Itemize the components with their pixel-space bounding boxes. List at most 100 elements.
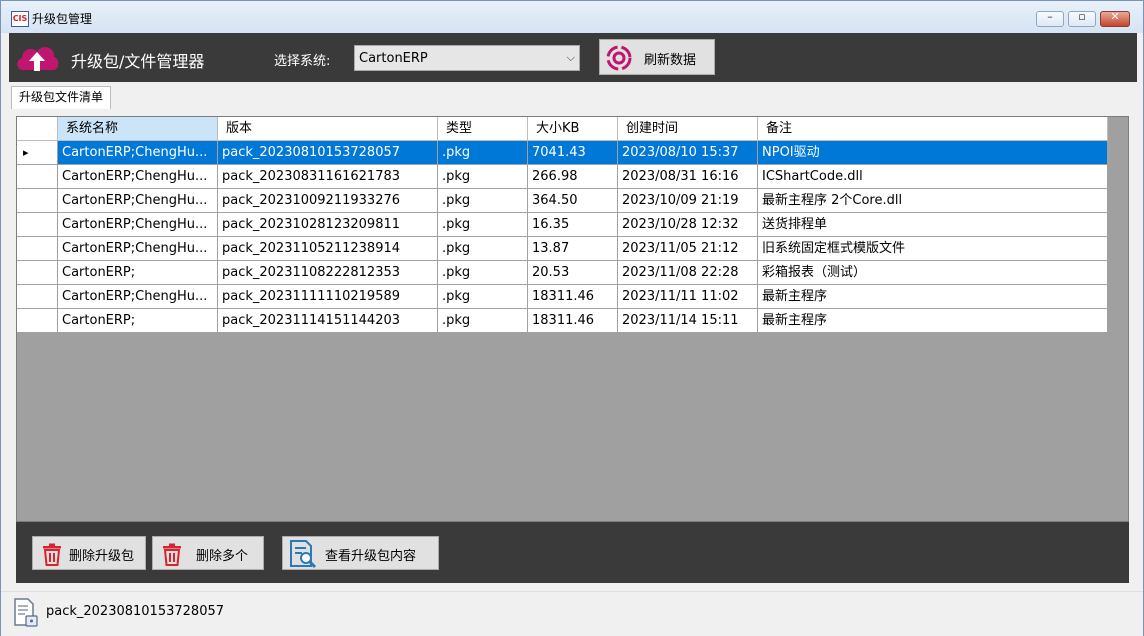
minimize-button[interactable]: – bbox=[1036, 10, 1064, 27]
cell-remark[interactable]: 最新主程序 2个Core.dll bbox=[758, 189, 1108, 213]
close-button[interactable]: ✕ bbox=[1100, 10, 1130, 27]
column-header-version[interactable]: 版本 bbox=[218, 117, 438, 141]
window-title: 升级包管理 bbox=[32, 12, 93, 26]
column-header-type[interactable]: 类型 bbox=[438, 117, 528, 141]
table-row[interactable]: CartonERP;ChengHu... pack_202308311616217… bbox=[17, 165, 1108, 189]
cell-type[interactable]: .pkg bbox=[438, 165, 528, 189]
row-header[interactable] bbox=[17, 261, 58, 285]
delete-multiple-button[interactable]: 删除多个 bbox=[152, 536, 264, 570]
cell-created[interactable]: 2023/10/09 21:19 bbox=[618, 189, 758, 213]
column-header-created[interactable]: 创建时间 bbox=[618, 117, 758, 141]
chevron-down-icon: ⌵ bbox=[566, 51, 575, 64]
status-text: pack_20230810153728057 bbox=[46, 604, 225, 619]
cell-type[interactable]: .pkg bbox=[438, 141, 528, 165]
row-header[interactable] bbox=[17, 189, 58, 213]
system-select[interactable]: CartonERP ⌵ bbox=[354, 45, 580, 71]
close-icon: ✕ bbox=[1110, 10, 1120, 23]
grid-header-row: 系统名称 版本 类型 大小KB 创建时间 备注 bbox=[17, 117, 1108, 141]
cell-remark[interactable]: ICShartCode.dll bbox=[758, 165, 1108, 189]
row-header[interactable]: ▸ bbox=[17, 141, 58, 165]
cell-system[interactable]: CartonERP; bbox=[58, 261, 218, 285]
row-header[interactable] bbox=[17, 237, 58, 261]
cell-created[interactable]: 2023/08/31 16:16 bbox=[618, 165, 758, 189]
cell-size[interactable]: 20.53 bbox=[528, 261, 618, 285]
cell-created[interactable]: 2023/08/10 15:37 bbox=[618, 141, 758, 165]
delete-multiple-label: 删除多个 bbox=[196, 549, 249, 564]
cell-version[interactable]: pack_20231108222812353 bbox=[218, 261, 438, 285]
cell-created[interactable]: 2023/11/05 21:12 bbox=[618, 237, 758, 261]
cell-remark[interactable]: NPOI驱动 bbox=[758, 141, 1108, 165]
cell-size[interactable]: 266.98 bbox=[528, 165, 618, 189]
cell-created[interactable]: 2023/11/08 22:28 bbox=[618, 261, 758, 285]
row-header[interactable] bbox=[17, 285, 58, 309]
column-header-size[interactable]: 大小KB bbox=[528, 117, 618, 141]
file-lock-icon bbox=[14, 598, 38, 627]
cell-type[interactable]: .pkg bbox=[438, 189, 528, 213]
cell-created[interactable]: 2023/11/14 15:11 bbox=[618, 309, 758, 333]
package-grid[interactable]: 系统名称 版本 类型 大小KB 创建时间 备注 ▸ CartonERP;Cheng… bbox=[16, 116, 1129, 522]
action-bar: 删除升级包 删除多个 查看升级包内容 bbox=[16, 522, 1129, 583]
app-logo-icon: CIS bbox=[11, 11, 29, 27]
table-row[interactable]: CartonERP; pack_20231108222812353 .pkg 20.5… bbox=[17, 261, 1108, 285]
row-header[interactable] bbox=[17, 213, 58, 237]
cell-remark[interactable]: 彩箱报表（测试） bbox=[758, 261, 1108, 285]
cell-created[interactable]: 2023/11/11 11:02 bbox=[618, 285, 758, 309]
view-package-button[interactable]: 查看升级包内容 bbox=[282, 536, 439, 570]
header-title: 升级包/文件管理器 bbox=[71, 52, 205, 71]
status-bar: pack_20230810153728057 bbox=[1, 591, 1143, 636]
cell-size[interactable]: 18311.46 bbox=[528, 309, 618, 333]
cell-size[interactable]: 7041.43 bbox=[528, 141, 618, 165]
cell-created[interactable]: 2023/10/28 12:32 bbox=[618, 213, 758, 237]
cell-version[interactable]: pack_20230831161621783 bbox=[218, 165, 438, 189]
cell-version[interactable]: pack_20231111110219589 bbox=[218, 285, 438, 309]
table-row[interactable]: ▸ CartonERP;ChengHu... pack_20230810153728… bbox=[17, 141, 1108, 165]
cell-system[interactable]: CartonERP; bbox=[58, 309, 218, 333]
cell-remark[interactable]: 旧系统固定框式模版文件 bbox=[758, 237, 1108, 261]
cell-system[interactable]: CartonERP;ChengHu... bbox=[58, 189, 218, 213]
system-select-value: CartonERP bbox=[359, 51, 428, 66]
cell-system[interactable]: CartonERP;ChengHu... bbox=[58, 237, 218, 261]
header-bar: 升级包/文件管理器 选择系统: CartonERP ⌵ 刷新数据 bbox=[9, 33, 1137, 82]
cell-remark[interactable]: 最新主程序 bbox=[758, 309, 1108, 333]
cell-remark[interactable]: 送货排程单 bbox=[758, 213, 1108, 237]
cell-version[interactable]: pack_20230810153728057 bbox=[218, 141, 438, 165]
row-header-corner bbox=[17, 117, 58, 141]
table-row[interactable]: CartonERP;ChengHu... pack_202310281232098… bbox=[17, 213, 1108, 237]
cell-version[interactable]: pack_20231009211933276 bbox=[218, 189, 438, 213]
cell-system[interactable]: CartonERP;ChengHu... bbox=[58, 213, 218, 237]
cloud-upload-icon bbox=[17, 47, 59, 71]
cell-size[interactable]: 364.50 bbox=[528, 189, 618, 213]
main-window: CIS 升级包管理 – ▫ ✕ 升级包/文件管理器 选择系统: CartonER… bbox=[0, 0, 1144, 636]
document-search-icon bbox=[290, 540, 317, 569]
cell-type[interactable]: .pkg bbox=[438, 261, 528, 285]
cell-remark[interactable]: 最新主程序 bbox=[758, 285, 1108, 309]
cell-version[interactable]: pack_20231028123209811 bbox=[218, 213, 438, 237]
table-row[interactable]: CartonERP; pack_20231114151144203 .pkg 1831… bbox=[17, 309, 1108, 333]
trash-icon bbox=[43, 543, 61, 566]
cell-type[interactable]: .pkg bbox=[438, 237, 528, 261]
title-bar[interactable]: CIS 升级包管理 – ▫ ✕ bbox=[1, 1, 1143, 33]
cell-size[interactable]: 13.87 bbox=[528, 237, 618, 261]
row-header[interactable] bbox=[17, 309, 58, 333]
cell-version[interactable]: pack_20231114151144203 bbox=[218, 309, 438, 333]
view-package-label: 查看升级包内容 bbox=[325, 549, 417, 564]
cell-system[interactable]: CartonERP;ChengHu... bbox=[58, 141, 218, 165]
cell-type[interactable]: .pkg bbox=[438, 213, 528, 237]
table-row[interactable]: CartonERP;ChengHu... pack_202311111102195… bbox=[17, 285, 1108, 309]
cell-system[interactable]: CartonERP;ChengHu... bbox=[58, 285, 218, 309]
column-header-system[interactable]: 系统名称 bbox=[58, 117, 218, 141]
cell-version[interactable]: pack_20231105211238914 bbox=[218, 237, 438, 261]
cell-size[interactable]: 18311.46 bbox=[528, 285, 618, 309]
table-row[interactable]: CartonERP;ChengHu... pack_202311052112389… bbox=[17, 237, 1108, 261]
column-header-remark[interactable]: 备注 bbox=[758, 117, 1108, 141]
refresh-button[interactable]: 刷新数据 bbox=[599, 39, 715, 75]
row-header[interactable] bbox=[17, 165, 58, 189]
cell-type[interactable]: .pkg bbox=[438, 285, 528, 309]
maximize-button[interactable]: ▫ bbox=[1068, 10, 1096, 27]
cell-size[interactable]: 16.35 bbox=[528, 213, 618, 237]
cell-system[interactable]: CartonERP;ChengHu... bbox=[58, 165, 218, 189]
cell-type[interactable]: .pkg bbox=[438, 309, 528, 333]
tab-package-list[interactable]: 升级包文件清单 bbox=[11, 86, 111, 109]
table-row[interactable]: CartonERP;ChengHu... pack_202310092119332… bbox=[17, 189, 1108, 213]
delete-package-button[interactable]: 删除升级包 bbox=[32, 536, 146, 570]
